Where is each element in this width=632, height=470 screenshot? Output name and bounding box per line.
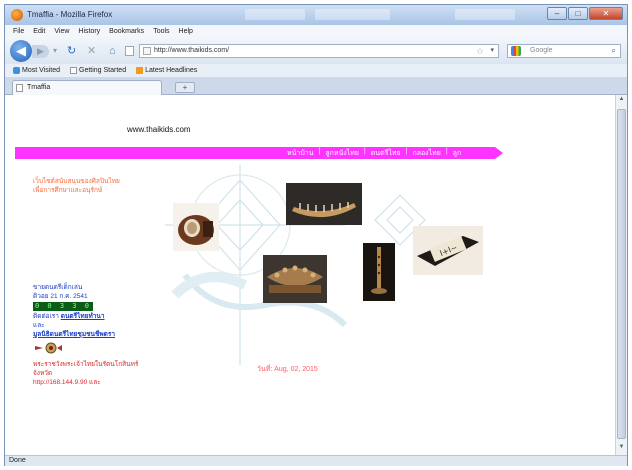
search-icon[interactable]: ⌕	[612, 45, 616, 57]
url-text: http://www.thaikids.com/	[154, 47, 230, 54]
search-placeholder: Google	[530, 47, 553, 54]
background-window-tab	[455, 9, 515, 20]
bookmark-latest-headlines[interactable]: Latest Headlines	[136, 67, 197, 74]
tab-label: Tmaffia	[27, 84, 51, 91]
nav-link-ball[interactable]: ลูกหนังไทย	[325, 148, 359, 159]
scroll-up-icon[interactable]: ▲	[617, 96, 626, 106]
window-controls: – □ ✕	[547, 7, 623, 20]
rss-feed-icon	[136, 67, 144, 74]
bookmarks-toolbar: Most Visited Getting Started Latest Head…	[5, 64, 627, 77]
intro-text: เว็บไซต์สนับสนุนของศิลปินไทย เพื่อการศึก…	[33, 177, 143, 195]
background-window-tab	[315, 9, 390, 20]
info-line: ขายดนตรีเด็กเล่น	[33, 284, 83, 291]
scroll-thumb[interactable]	[617, 109, 626, 439]
info-line: และ	[33, 322, 45, 329]
stop-icon[interactable]: ✕	[87, 45, 96, 57]
vertical-scrollbar[interactable]: ▲ ▼	[615, 95, 627, 455]
forward-button[interactable]: ▶	[32, 45, 49, 58]
scroll-down-icon[interactable]: ▼	[617, 444, 626, 454]
page-icon	[125, 46, 134, 56]
foundation-link[interactable]: มูลนิธิดนตรีไทยชุมชนชีพตรา	[33, 330, 143, 339]
site-favicon-icon	[143, 47, 151, 55]
new-tab-button[interactable]: +	[175, 82, 195, 93]
bookmark-most-visited[interactable]: Most Visited	[13, 67, 60, 74]
instrument-photo-flute[interactable]	[363, 243, 395, 301]
visitor-counter: 0 0 3 3 0	[33, 302, 93, 311]
menu-history[interactable]: History	[78, 28, 100, 35]
intro-line: เพื่อการศึกษาและอนุรักษ์	[33, 187, 103, 194]
status-text: Done	[9, 457, 26, 464]
page-date: วันที่: Aug, 02, 2015	[257, 366, 318, 373]
tab-bar: Tmaffia +	[5, 77, 627, 95]
nav-separator: |	[445, 148, 448, 155]
close-button[interactable]: ✕	[589, 7, 623, 20]
menu-help[interactable]: Help	[179, 28, 193, 35]
instrument-photo-zither[interactable]: I+I~	[413, 226, 483, 275]
menu-view[interactable]: View	[54, 28, 69, 35]
maximize-button[interactable]: □	[568, 7, 588, 20]
bookmark-getting-started[interactable]: Getting Started	[70, 67, 126, 74]
nav-banner-arrow	[495, 147, 503, 159]
site-url-text: www.thaikids.com	[127, 125, 191, 134]
bookmark-label: Getting Started	[79, 67, 127, 74]
menu-bookmarks[interactable]: Bookmarks	[109, 28, 144, 35]
intro-line: เว็บไซต์สนับสนุนของศิลปินไทย	[33, 178, 120, 185]
nav-separator: |	[405, 148, 408, 155]
menu-edit[interactable]: Edit	[33, 28, 45, 35]
site-nav: หน้าบ้าน | ลูกหนังไทย | ดนตรีไทย | กลองไ…	[287, 148, 461, 159]
contact-label: ติดต่อเรา	[33, 313, 59, 320]
info-red-line: http://168.144.9.90 และ	[33, 379, 101, 386]
nav-link-home[interactable]: หน้าบ้าน	[287, 148, 314, 159]
info-red-line: จังหวัด	[33, 370, 53, 377]
url-bar[interactable]: http://www.thaikids.com/ ☆ ▾	[139, 44, 499, 58]
google-icon	[511, 46, 521, 56]
nav-link-music[interactable]: ดนตรีไทย	[371, 148, 401, 159]
bookmark-label: Most Visited	[22, 67, 60, 74]
menu-tools[interactable]: Tools	[153, 28, 169, 35]
minimize-button[interactable]: –	[547, 7, 567, 20]
most-visited-icon	[13, 67, 20, 74]
instrument-photo-xylophone[interactable]	[286, 183, 362, 225]
instrument-photo-gong-circle[interactable]	[263, 255, 327, 303]
nav-separator: |	[363, 148, 366, 155]
title-bar: Tmaffia - Mozilla Firefox – □ ✕	[5, 5, 627, 25]
background-window-tab	[245, 9, 305, 20]
status-bar: Done	[5, 455, 627, 466]
info-red-line: พระราชวังพระเจ้าไทยในรัตนโกสินทร์	[33, 361, 139, 368]
nav-link-more[interactable]: ลูก	[453, 148, 462, 159]
menu-file[interactable]: File	[13, 28, 24, 35]
browser-window: Tmaffia - Mozilla Firefox – □ ✕ File Edi…	[4, 4, 628, 466]
page-content: www.thaikids.com หน้าบ้าน | ลูกหนังไทย |…	[5, 95, 615, 455]
nav-link-drum[interactable]: กลองไทย	[412, 148, 440, 159]
firefox-icon	[11, 9, 23, 21]
page-icon	[70, 67, 77, 74]
contact-link[interactable]: ดนตรีไทยทำนา	[61, 313, 105, 320]
window-title: Tmaffia - Mozilla Firefox	[27, 10, 113, 19]
back-button[interactable]: ◀	[10, 40, 32, 62]
home-icon[interactable]: ⌂	[109, 45, 116, 57]
seal-emblem-icon	[35, 342, 62, 354]
bookmark-star-icon[interactable]: ☆	[476, 45, 484, 57]
navigation-toolbar: ◀ ▶ ▾ ↻ ✕ ⌂ http://www.thaikids.com/ ☆ ▾…	[5, 38, 627, 64]
info-date: ดิวอย 21 ก.ค. 2541	[33, 293, 88, 300]
bookmark-label: Latest Headlines	[145, 67, 198, 74]
sidebar-info: ขายดนตรีเด็กเล่น ดิวอย 21 ก.ค. 2541 0 0 …	[33, 283, 143, 387]
search-input[interactable]: Google ⌕	[507, 44, 621, 58]
instrument-photo-drum[interactable]	[173, 203, 219, 251]
url-dropdown-icon[interactable]: ▾	[490, 45, 494, 57]
reload-icon[interactable]: ↻	[67, 45, 76, 57]
page-icon	[16, 84, 23, 92]
nav-separator: |	[318, 148, 321, 155]
tab-active[interactable]: Tmaffia	[12, 80, 162, 95]
menu-bar: File Edit View History Bookmarks Tools H…	[5, 25, 627, 38]
history-dropdown-icon[interactable]: ▾	[53, 45, 57, 57]
